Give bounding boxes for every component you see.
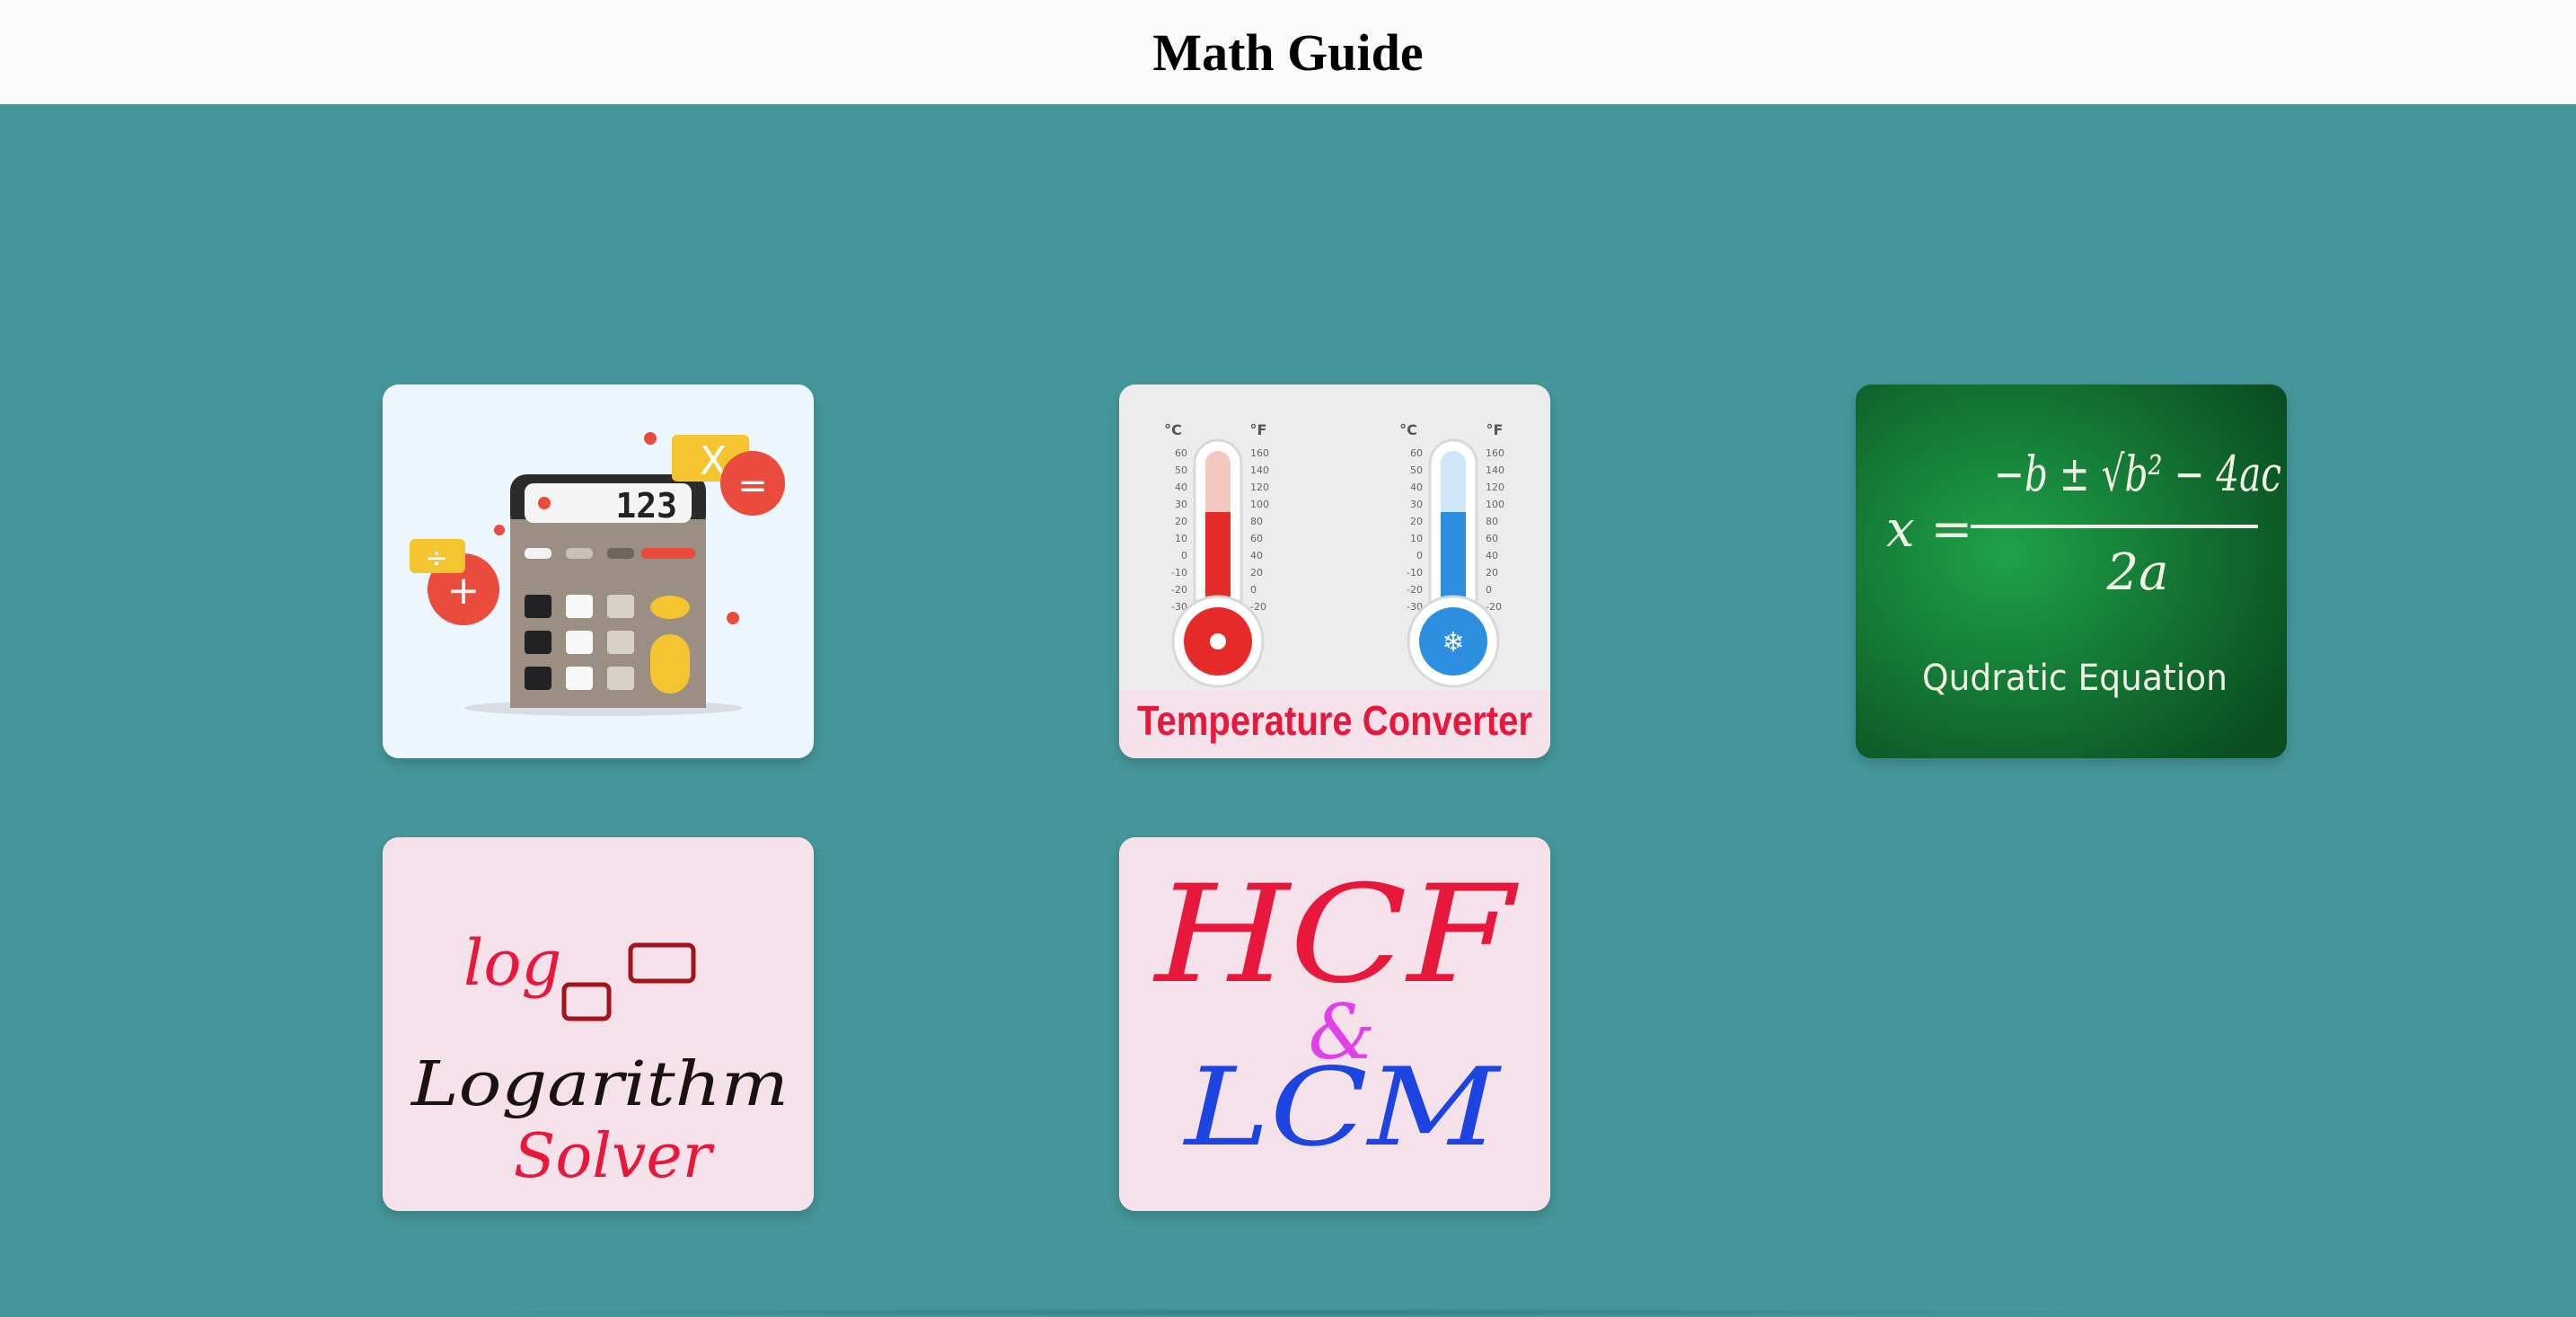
celsius-label-left: °C	[1164, 421, 1182, 438]
card-label: Temperature Converter	[1137, 697, 1532, 744]
calculator-card[interactable]: 123 + ÷ X =	[383, 384, 814, 758]
celsius-tick: 50	[1175, 464, 1187, 476]
bottom-shadow	[377, 1308, 2201, 1317]
fahrenheit-tick: 100	[1486, 499, 1504, 510]
celsius-tick: 10	[1175, 533, 1187, 544]
log-text: log	[463, 926, 561, 1000]
fahrenheit-tick: 20	[1250, 567, 1263, 579]
celsius-tick: -10	[1171, 567, 1187, 579]
equation-numerator: −b ± √b² − 4ac	[1994, 446, 2281, 502]
celsius-tick: 40	[1175, 482, 1187, 493]
celsius-tick: 50	[1410, 464, 1423, 476]
logarithm-solver-card[interactable]: log Logarithm Solver	[383, 837, 814, 1211]
fahrenheit-tick: 0	[1486, 584, 1492, 596]
celsius-tick: 0	[1416, 550, 1423, 561]
calculator-display: 123	[615, 486, 677, 526]
celsius-tick: 20	[1410, 516, 1423, 527]
celsius-tick: 20	[1175, 516, 1187, 527]
lcm-text: LCM	[1183, 1046, 1503, 1171]
fahrenheit-tick: 40	[1250, 550, 1263, 561]
fahrenheit-tick: 60	[1486, 533, 1498, 544]
svg-text:❄: ❄	[1442, 627, 1464, 658]
fahrenheit-tick: 80	[1250, 516, 1263, 527]
temperature-converter-card[interactable]: °C °F °C °F 60 160 50 140 40 120 30 100 20 80 10 60…	[1119, 384, 1550, 758]
card-grid: 123 + ÷ X = °C °F °C °F 60 160 50 140 40…	[0, 104, 2576, 1317]
fahrenheit-tick: 120	[1250, 482, 1269, 493]
fahrenheit-tick: 120	[1486, 482, 1504, 493]
fahrenheit-tick: 20	[1486, 567, 1498, 579]
fahrenheit-tick: 60	[1250, 533, 1263, 544]
svg-text:+: +	[447, 568, 481, 614]
celsius-tick: -20	[1407, 584, 1423, 596]
card-label: Qudratic Equation	[1922, 658, 2228, 699]
fahrenheit-tick: 80	[1486, 516, 1498, 527]
celsius-tick: 40	[1410, 482, 1423, 493]
app-header: Math Guide	[0, 0, 2576, 104]
celsius-tick: 60	[1175, 447, 1187, 459]
fahrenheit-tick: 140	[1486, 464, 1504, 476]
page-title: Math Guide	[1152, 22, 1424, 82]
celsius-tick: 0	[1181, 550, 1187, 561]
fahrenheit-label-left: °F	[1250, 421, 1267, 438]
card-label-top: Logarithm	[410, 1049, 789, 1120]
chalkboard-icon: x = −b ± √b² − 4ac 2a Qudratic Equation	[1856, 384, 2287, 758]
fahrenheit-tick: 0	[1250, 584, 1257, 596]
svg-text:÷: ÷	[425, 543, 447, 574]
celsius-tick: 60	[1410, 447, 1423, 459]
equation-denominator: 2a	[2105, 544, 2168, 602]
fahrenheit-label-right: °F	[1486, 421, 1504, 438]
celsius-tick: 30	[1175, 499, 1187, 510]
card-label-bottom: Solver	[514, 1121, 715, 1192]
fahrenheit-tick: 100	[1250, 499, 1269, 510]
fahrenheit-tick: 140	[1250, 464, 1269, 476]
calculator-icon: 123 + ÷ X =	[383, 384, 814, 758]
celsius-tick: -20	[1171, 584, 1187, 596]
celsius-tick: 30	[1410, 499, 1423, 510]
fahrenheit-tick: 160	[1250, 447, 1269, 459]
fahrenheit-tick: 160	[1486, 447, 1504, 459]
celsius-label-right: °C	[1399, 421, 1417, 438]
logarithm-icon: log Logarithm Solver	[383, 837, 814, 1211]
celsius-tick: -10	[1407, 567, 1423, 579]
equation-x: x =	[1886, 500, 1972, 559]
hcf-lcm-card[interactable]: HCF & LCM	[1119, 837, 1550, 1211]
hcf-lcm-icon: HCF & LCM	[1119, 837, 1550, 1211]
thermometer-icon: °C °F °C °F 60 16050 14040 12030 10020 8010 60…	[1119, 384, 1550, 758]
svg-text:=: =	[737, 465, 768, 507]
fahrenheit-tick: 40	[1486, 550, 1498, 561]
quadratic-equation-card[interactable]: x = −b ± √b² − 4ac 2a Qudratic Equation	[1856, 384, 2287, 758]
celsius-tick: 10	[1410, 533, 1423, 544]
